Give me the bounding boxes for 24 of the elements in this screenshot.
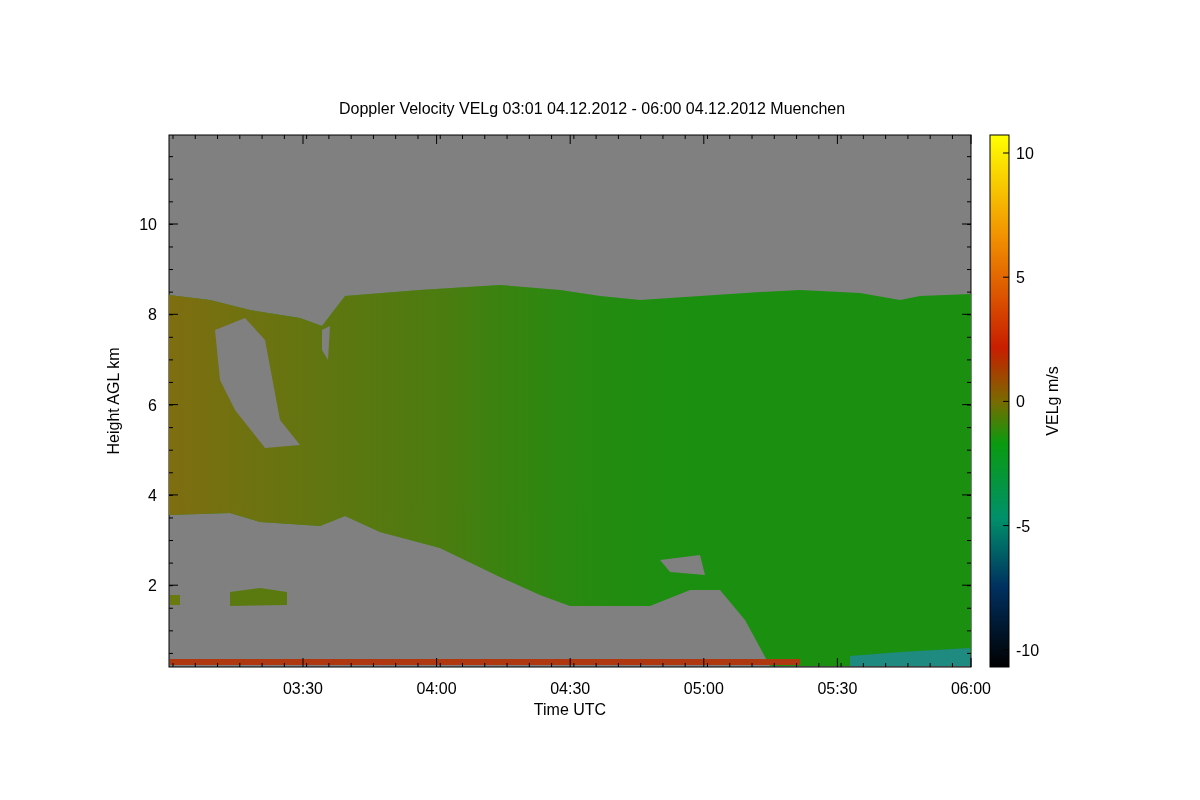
colorbar-tick-label: 5 <box>1016 269 1025 287</box>
x-tick-label: 06:00 <box>951 680 991 697</box>
echo-gap <box>660 555 705 575</box>
y-tick-label: 6 <box>148 396 157 414</box>
chart-title: Doppler Velocity VELg 03:01 04.12.2012 - 06:00 04.12.2012 Muenchen <box>338 100 846 117</box>
colorbar-tick-label: 10 <box>1016 145 1034 162</box>
y-tick-label: 8 <box>148 306 157 324</box>
echo-gap <box>322 326 330 360</box>
colorbar-tick-label: -5 <box>1016 517 1031 535</box>
x-tick-label: 05:30 <box>817 680 858 697</box>
x-tick-label: 04:30 <box>550 680 591 697</box>
x-axis-label: Time UTC <box>533 701 607 718</box>
x-tick-label: 05:00 <box>683 680 724 697</box>
low-echo-patch <box>170 595 180 605</box>
y-tick-label: 4 <box>148 486 157 504</box>
x-tick-label: 03:30 <box>283 680 323 697</box>
y-tick-label: 2 <box>148 577 157 595</box>
low-echo-patch <box>230 588 287 606</box>
y-tick-label: 10 <box>139 216 157 233</box>
x-tick-label: 04:00 <box>416 680 457 697</box>
colorbar-tick-label: 0 <box>1016 393 1025 411</box>
colorbar-label: VELg m/s <box>1044 366 1061 436</box>
y-axis-label: Height AGL km <box>105 347 122 455</box>
colorbar-tick-label: -10 <box>1016 641 1040 659</box>
